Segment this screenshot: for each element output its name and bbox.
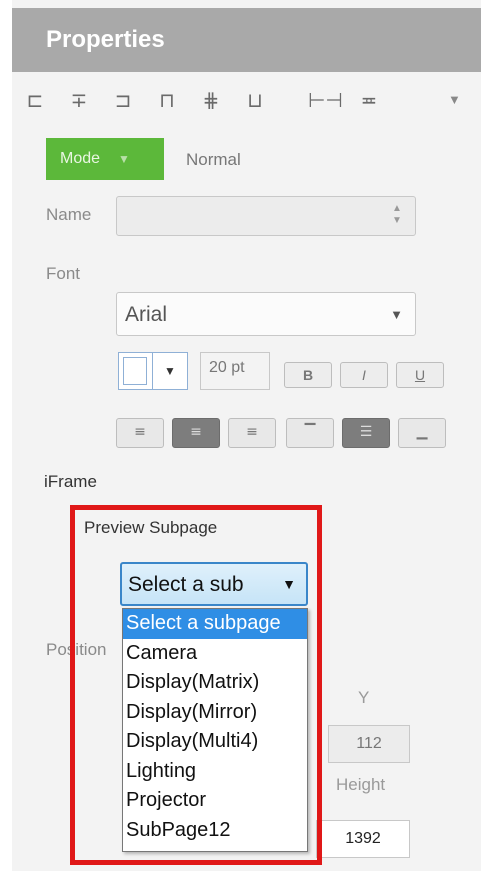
align-center-icon[interactable]: ∓ (66, 88, 92, 112)
panel-title: Properties (46, 26, 165, 53)
distribute-vertical-icon[interactable]: ≖ (356, 88, 382, 112)
font-label: Font (46, 264, 81, 283)
dropdown-option[interactable]: Lighting (123, 757, 307, 787)
text-align-left-button[interactable]: ≡ (116, 418, 164, 448)
font-family-select[interactable]: Arial ▼ (116, 292, 416, 336)
align-top-icon[interactable]: ⊓ (154, 88, 180, 112)
color-swatch (123, 357, 147, 385)
dropdown-option[interactable]: Display(Matrix) (123, 668, 307, 698)
text-align-center-button[interactable]: ≡ (172, 418, 220, 448)
preview-subpage-label: Preview Subpage (84, 518, 218, 537)
mode-value: Normal (186, 150, 241, 169)
text-align-top-button[interactable]: ▔ (286, 418, 334, 448)
align-bottom-icon[interactable]: ⊔ (242, 88, 268, 112)
font-family-value: Arial (125, 303, 168, 326)
chevron-down-icon[interactable]: ▼ (152, 353, 187, 389)
text-align-bottom-button[interactable]: ▁ (398, 418, 446, 448)
italic-button[interactable]: I (340, 362, 388, 388)
y-input[interactable]: 112 (328, 725, 410, 763)
spin-stepper-icon[interactable]: ▲ ▼ (389, 203, 405, 229)
chevron-down-icon: ▼ (390, 307, 403, 322)
align-right-icon[interactable]: ⊐ (110, 88, 136, 112)
text-align-middle-button[interactable]: ☰ (342, 418, 390, 448)
align-left-icon[interactable]: ⊏ (22, 88, 48, 112)
dropdown-option[interactable]: SubPage12 (123, 816, 307, 846)
align-middle-icon[interactable]: ⋕ (198, 88, 224, 112)
subpage-dropdown-list: Select a subpage Camera Display(Matrix) … (122, 608, 308, 852)
chevron-down-icon: ▼ (282, 576, 296, 592)
font-color-picker[interactable]: ▼ (118, 352, 188, 390)
height-label: Height (336, 775, 386, 794)
mode-button-label: Mode (60, 150, 101, 167)
name-input[interactable]: ▲ ▼ (116, 196, 416, 236)
name-label: Name (46, 205, 92, 224)
mode-button[interactable]: Mode ▼ (46, 138, 164, 180)
chevron-down-icon[interactable]: ▼ (448, 92, 461, 107)
underline-button[interactable]: U (396, 362, 444, 388)
distribute-horizontal-icon[interactable]: ⊢⊣ (308, 88, 343, 112)
iframe-section-label: iFrame (44, 472, 97, 491)
chevron-down-icon: ▼ (118, 152, 130, 166)
dropdown-option[interactable]: Select a subpage (123, 609, 307, 639)
y-label: Y (358, 688, 370, 707)
height-input[interactable]: 1392 (316, 820, 410, 858)
dropdown-option[interactable]: Display(Mirror) (123, 698, 307, 728)
text-align-right-button[interactable]: ≡ (228, 418, 276, 448)
dropdown-option[interactable]: Display(Multi4) (123, 727, 307, 757)
font-size-field[interactable]: 20 pt (200, 352, 270, 390)
dropdown-option[interactable]: Camera (123, 639, 307, 669)
subpage-select[interactable]: Select a sub ▼ (120, 562, 308, 606)
bold-button[interactable]: B (284, 362, 332, 388)
subpage-select-value: Select a sub (128, 573, 244, 596)
dropdown-option[interactable]: Projector (123, 786, 307, 816)
